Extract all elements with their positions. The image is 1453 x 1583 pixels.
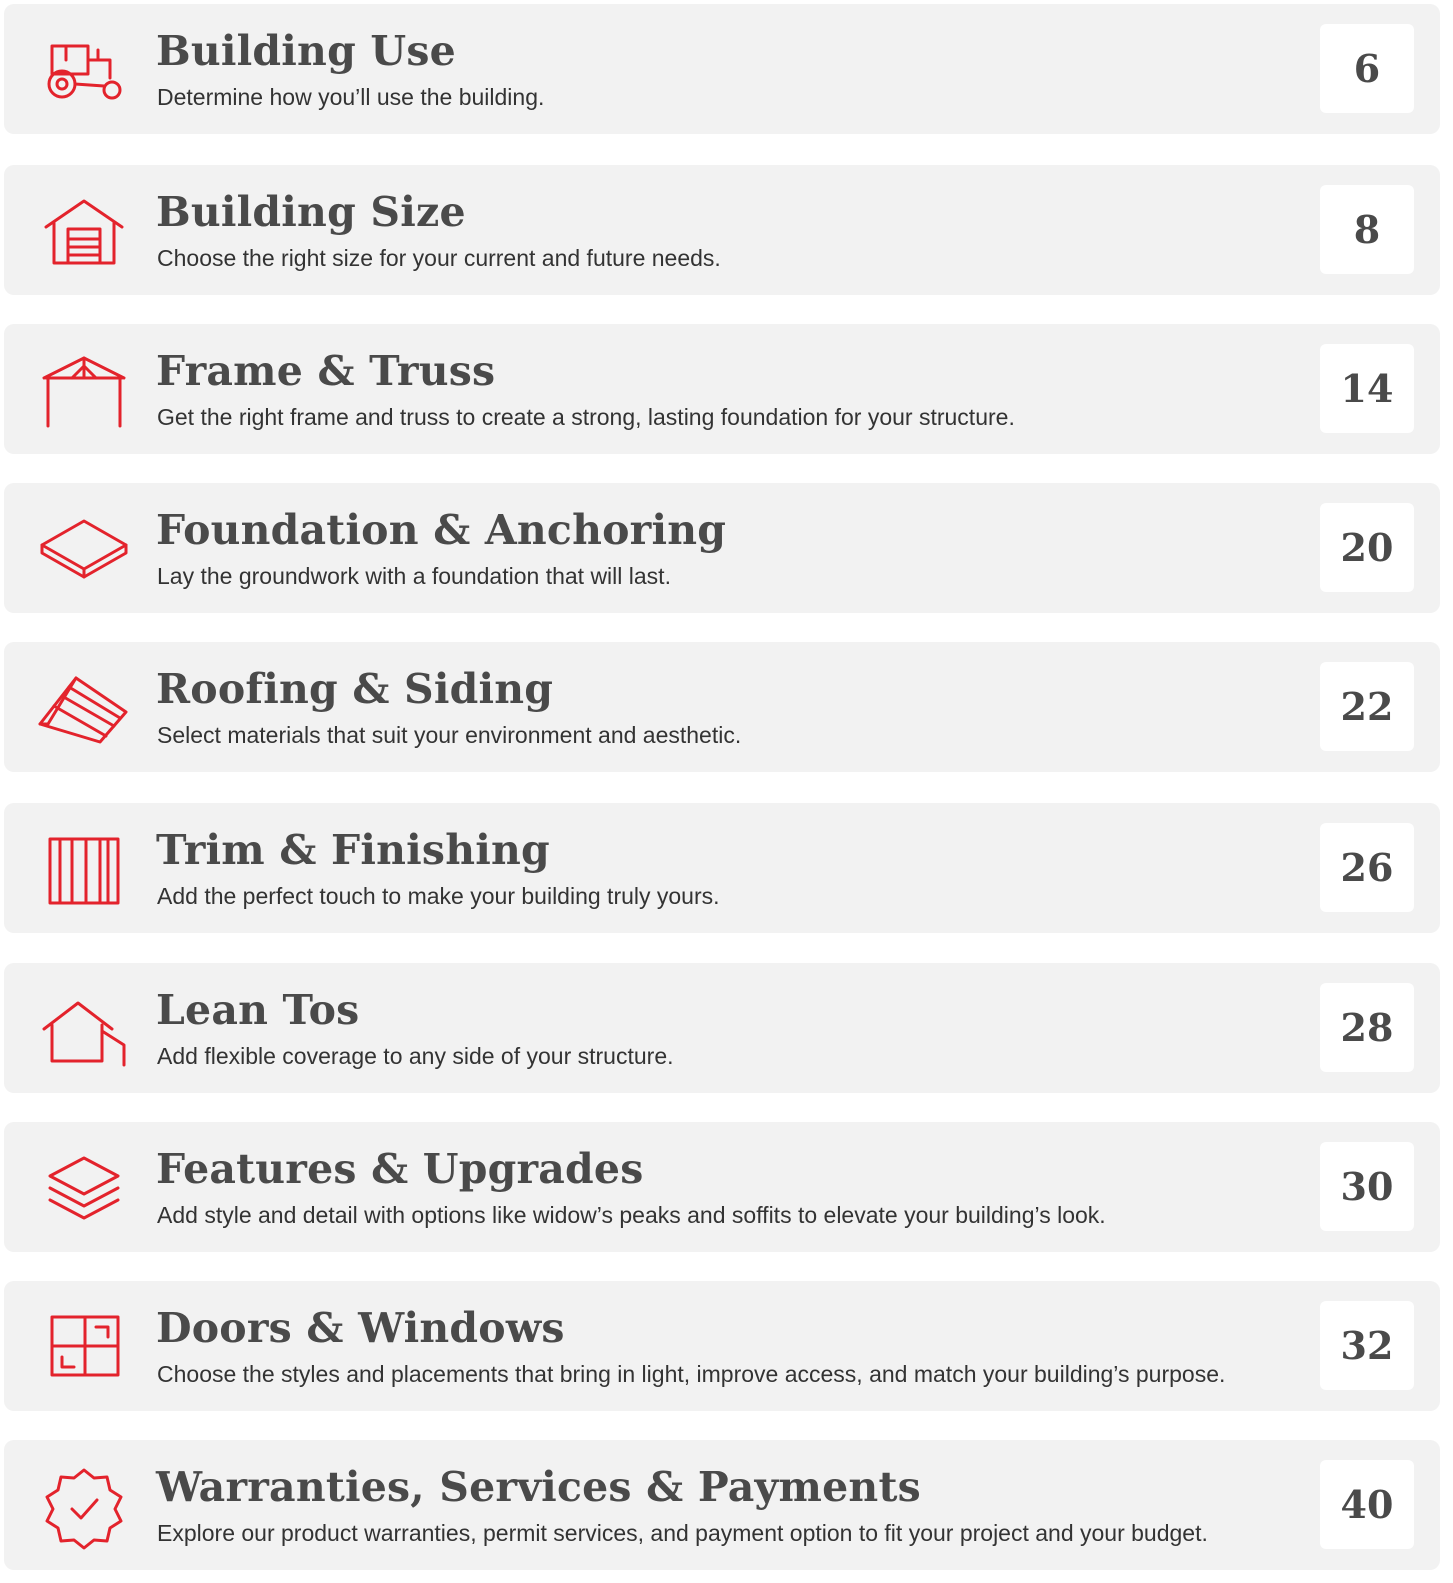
section-title: Foundation & Anchoring	[156, 506, 727, 554]
toc-row-warranties-services-payments[interactable]: Warranties, Services & Payments Explore …	[4, 1440, 1440, 1570]
page-number: 20	[1340, 525, 1394, 570]
badge-check-icon	[38, 1464, 130, 1550]
page-number: 14	[1340, 366, 1394, 411]
section-title: Lean Tos	[156, 986, 360, 1034]
tractor-icon	[38, 28, 130, 110]
page-number-box[interactable]: 32	[1320, 1301, 1414, 1390]
page-number-box[interactable]: 28	[1320, 983, 1414, 1072]
page-number-box[interactable]: 30	[1320, 1142, 1414, 1231]
page-number-box[interactable]: 26	[1320, 823, 1414, 912]
section-title: Features & Upgrades	[156, 1145, 644, 1193]
section-description: Lay the groundwork with a foundation tha…	[157, 563, 671, 589]
page-number: 6	[1353, 46, 1381, 91]
section-description: Add the perfect touch to make your build…	[157, 883, 720, 909]
lean-to-icon	[38, 987, 130, 1069]
toc-row-features-upgrades[interactable]: Features & Upgrades Add style and detail…	[4, 1122, 1440, 1252]
table-of-contents: Building Use Determine how you’ll use th…	[0, 0, 1453, 1583]
page-number-box[interactable]: 40	[1320, 1460, 1414, 1549]
section-title: Roofing & Siding	[156, 665, 554, 713]
page-number: 8	[1353, 207, 1381, 252]
toc-row-doors-windows[interactable]: Doors & Windows Choose the styles and pl…	[4, 1281, 1440, 1411]
garage-icon	[38, 189, 130, 271]
roof-panel-icon	[38, 666, 130, 748]
page-number: 40	[1340, 1482, 1394, 1527]
page-number-box[interactable]: 20	[1320, 503, 1414, 592]
toc-row-foundation-anchoring[interactable]: Foundation & Anchoring Lay the groundwor…	[4, 483, 1440, 613]
section-description: Determine how you’ll use the building.	[157, 84, 545, 110]
page-number-box[interactable]: 22	[1320, 662, 1414, 751]
toc-row-building-size[interactable]: Building Size Choose the right size for …	[4, 165, 1440, 295]
section-description: Explore our product warranties, permit s…	[157, 1520, 1208, 1546]
section-description: Add flexible coverage to any side of you…	[157, 1043, 674, 1069]
section-description: Select materials that suit your environm…	[157, 722, 742, 748]
page-number-box[interactable]: 6	[1320, 24, 1414, 113]
page-number: 26	[1340, 845, 1394, 890]
page-number: 22	[1340, 684, 1394, 729]
section-title: Building Size	[156, 188, 466, 236]
section-description: Add style and detail with options like w…	[157, 1202, 1106, 1228]
toc-row-trim-finishing[interactable]: Trim & Finishing Add the perfect touch t…	[4, 803, 1440, 933]
toc-row-frame-truss[interactable]: Frame & Truss Get the right frame and tr…	[4, 324, 1440, 454]
toc-row-lean-tos[interactable]: Lean Tos Add flexible coverage to any si…	[4, 963, 1440, 1093]
section-title: Frame & Truss	[156, 347, 496, 395]
window-icon	[38, 1305, 130, 1387]
trim-panel-icon	[38, 827, 130, 909]
frame-truss-icon	[38, 348, 130, 430]
page-number: 30	[1340, 1164, 1394, 1209]
page-number: 32	[1340, 1323, 1394, 1368]
section-description: Get the right frame and truss to create …	[157, 404, 1015, 430]
section-description: Choose the styles and placements that br…	[157, 1361, 1226, 1387]
section-title: Building Use	[156, 27, 456, 75]
section-title: Trim & Finishing	[156, 826, 550, 874]
layers-icon	[38, 1146, 130, 1228]
page-number-box[interactable]: 14	[1320, 344, 1414, 433]
section-description: Choose the right size for your current a…	[157, 245, 721, 271]
toc-row-roofing-siding[interactable]: Roofing & Siding Select materials that s…	[4, 642, 1440, 772]
foundation-slab-icon	[38, 507, 130, 589]
page-number: 28	[1340, 1005, 1394, 1050]
section-title: Warranties, Services & Payments	[156, 1463, 921, 1511]
section-title: Doors & Windows	[156, 1304, 565, 1352]
page-number-box[interactable]: 8	[1320, 185, 1414, 274]
toc-row-building-use[interactable]: Building Use Determine how you’ll use th…	[4, 4, 1440, 134]
